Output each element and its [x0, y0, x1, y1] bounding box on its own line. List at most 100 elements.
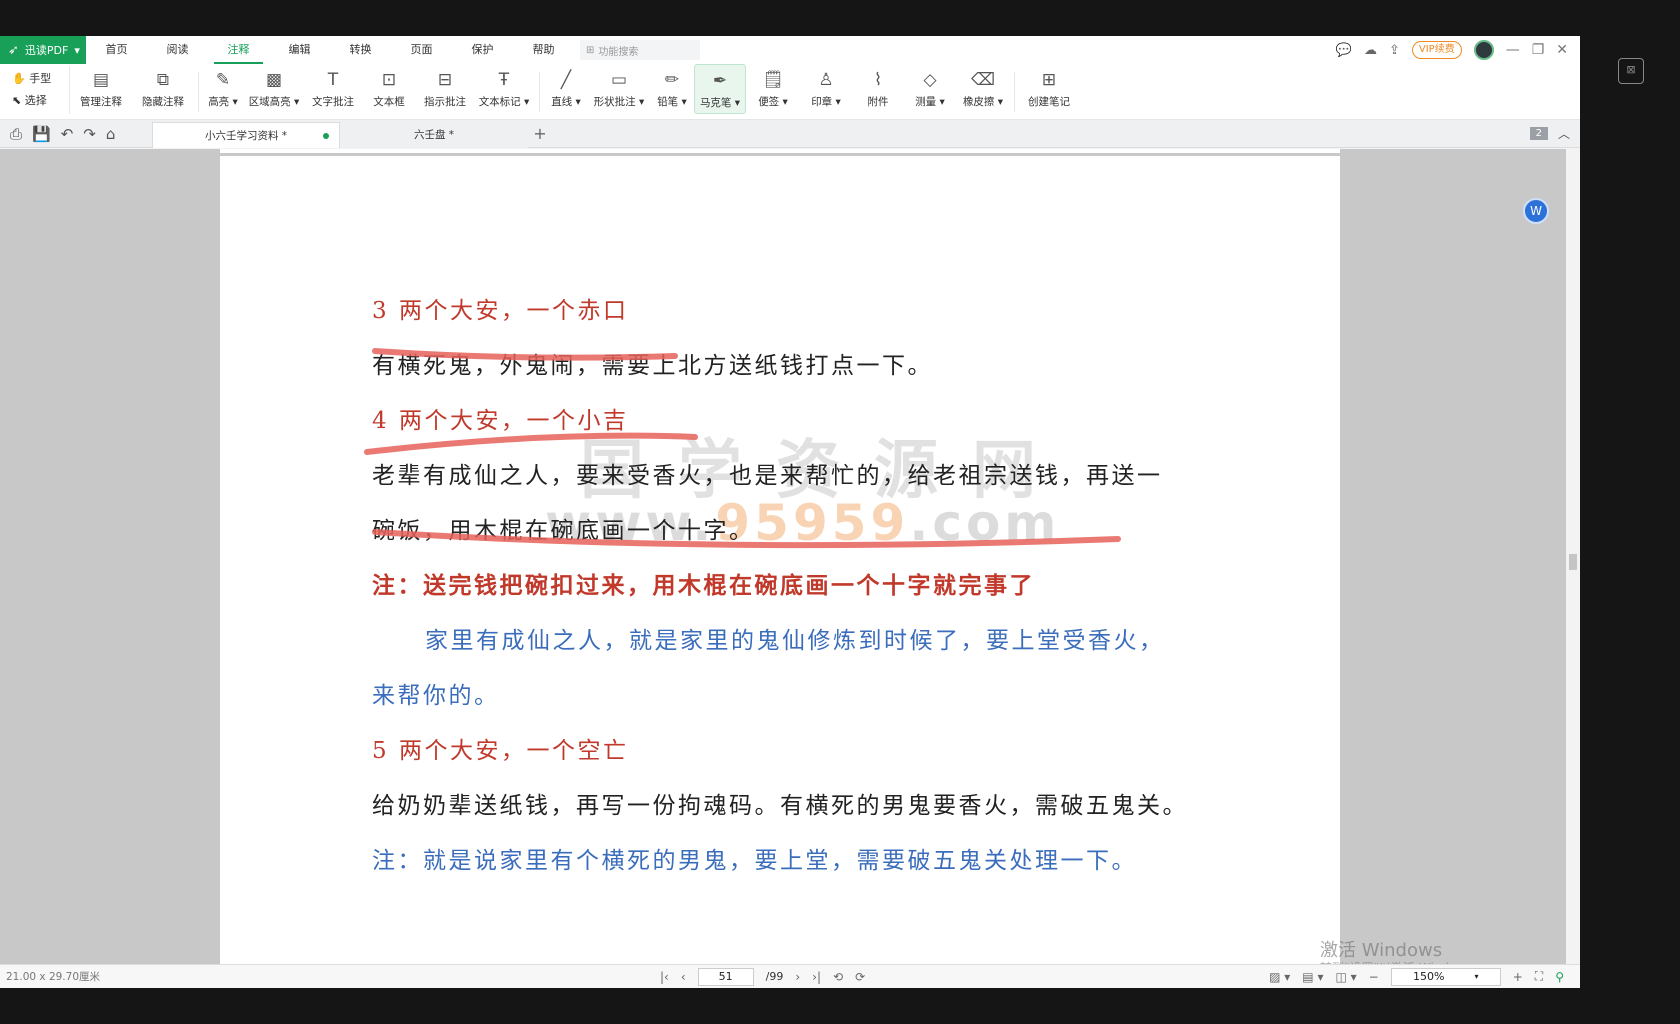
vip-renew-button[interactable]: VIP续费: [1411, 41, 1462, 59]
menu-read[interactable]: 阅读: [147, 36, 208, 64]
menu-convert[interactable]: 转换: [330, 36, 391, 64]
collapse-icon[interactable]: ︿: [1558, 125, 1570, 142]
sticky-note-button[interactable]: 🗒 便签 ▾: [746, 64, 800, 114]
fill-mode-icon[interactable]: ▨ ▾: [1269, 970, 1290, 984]
last-page-icon[interactable]: ›|: [812, 970, 821, 984]
top-right-controls: 💬 ☁ ⇪ VIP续费 — ❐ ✕: [1336, 40, 1580, 60]
view-mode-icon[interactable]: ▤ ▾: [1302, 970, 1323, 984]
redo-icon[interactable]: ↷: [83, 125, 96, 143]
menu-edit[interactable]: 编辑: [269, 36, 330, 64]
text-comment-button[interactable]: T 文字批注: [305, 64, 361, 114]
save-icon[interactable]: 💾: [32, 125, 51, 143]
tool-label: 形状批注 ▾: [593, 96, 645, 108]
screen-frame: ⊠ ➶ 迅读PDF ▾ 首页 阅读 注释 编辑 转换 页面 保护 帮助 ⊞ 功能…: [0, 0, 1680, 1024]
menu-home[interactable]: 首页: [86, 36, 147, 64]
minimize-icon[interactable]: —: [1506, 42, 1520, 58]
select-tool[interactable]: ⬉ 选择: [12, 92, 69, 108]
tab-liuren-pan[interactable]: 六壬盘 *: [340, 121, 528, 148]
toolbar-divider: [539, 72, 540, 112]
brand-dropdown-icon: ▾: [74, 43, 80, 57]
brand-button[interactable]: ➶ 迅读PDF ▾: [0, 36, 86, 64]
manage-annotations-icon: ▤: [92, 70, 110, 90]
document-viewer[interactable]: 国学资源网 www.95959.com 3 两个大安，一个赤口 有横死鬼，外鬼闹…: [0, 149, 1566, 964]
restore-icon[interactable]: ❐: [1532, 42, 1545, 58]
first-page-icon[interactable]: |‹: [660, 970, 669, 984]
page-number-input[interactable]: 51: [697, 967, 754, 986]
rotate-left-icon[interactable]: ⟲: [833, 970, 843, 984]
scrollbar-thumb[interactable]: [1569, 554, 1577, 570]
menu-annotate[interactable]: 注释: [208, 36, 269, 64]
hide-annotations-button[interactable]: ⧉ 隐藏注释: [132, 64, 194, 114]
vertical-scrollbar[interactable]: [1566, 149, 1580, 964]
stamp-button[interactable]: ♙ 印章 ▾: [800, 64, 852, 114]
cursor-icon: ⬉: [12, 94, 22, 107]
create-note-icon: ⊞: [1041, 70, 1057, 90]
paragraph: 碗饭，用木棍在碗底画一个十字。: [372, 518, 755, 544]
create-note-button[interactable]: ⊞ 创建笔记: [1019, 64, 1079, 114]
marker-button[interactable]: ✒ 马克笔 ▾: [694, 64, 746, 114]
tab-study-notes[interactable]: 小六壬学习资料 *: [152, 121, 340, 148]
cloud-icon[interactable]: ☁: [1364, 43, 1377, 58]
total-pages: /99: [765, 970, 784, 983]
menu-page[interactable]: 页面: [391, 36, 452, 64]
tool-label: 文本标记 ▾: [478, 96, 530, 108]
share-icon[interactable]: ⇪: [1389, 43, 1400, 58]
screen-capture-icon[interactable]: ⊠: [1618, 58, 1644, 84]
previous-page-edge: [220, 149, 1340, 156]
close-icon[interactable]: ✕: [1556, 42, 1568, 58]
pdf-app-window: ➶ 迅读PDF ▾ 首页 阅读 注释 编辑 转换 页面 保护 帮助 ⊞ 功能搜索…: [0, 36, 1580, 988]
heading-4: 4 两个大安，一个小吉: [372, 408, 629, 434]
page-badge: 2: [1529, 127, 1548, 140]
chevron-down-icon: ▾: [1474, 972, 1479, 981]
brand-label: 迅读PDF: [24, 44, 69, 57]
note-blue: 注：就是说家里有个横死的男鬼，要上堂，需要破五鬼关处理一下。: [372, 848, 1137, 874]
add-tab-button[interactable]: +: [528, 124, 552, 143]
annotation-toolbar: ✋ 手型 ⬉ 选择 ▤ 管理注释 ⧉ 隐藏注释 ✎ 高亮 ▾ ▩ 区域高亮 ▾ T 文字批…: [0, 64, 1580, 120]
zoom-in-icon[interactable]: +: [1513, 970, 1523, 984]
undo-icon[interactable]: ↶: [61, 125, 74, 143]
avatar[interactable]: [1473, 40, 1494, 60]
prev-page-icon[interactable]: ‹: [681, 970, 686, 984]
textbox-button[interactable]: ⊡ 文本框: [361, 64, 417, 114]
home-icon[interactable]: ⌂: [106, 125, 116, 143]
stamp-icon: ♙: [818, 70, 834, 90]
rotate-right-icon[interactable]: ⟳: [855, 970, 865, 984]
eraser-button[interactable]: ⌫ 橡皮擦 ▾: [956, 64, 1010, 114]
measure-button[interactable]: ◇ 测量 ▾: [904, 64, 956, 114]
document-tab-row: ⎙ 💾 ↶ ↷ ⌂ 小六壬学习资料 * 六壬盘 * + 2 ︿: [0, 120, 1580, 148]
tool-label: 指示批注: [424, 96, 466, 108]
translate-float-button[interactable]: W: [1523, 198, 1549, 224]
grid-icon: ⊞: [586, 44, 595, 56]
line-button[interactable]: ╱ 直线 ▾: [544, 64, 588, 114]
fullscreen-icon[interactable]: ⛶: [1535, 969, 1543, 984]
zoom-select[interactable]: 150% ▾: [1390, 967, 1501, 986]
hand-icon: ✋: [12, 72, 26, 85]
unsaved-dot-icon: [323, 132, 329, 139]
pencil-icon: ✏: [664, 70, 680, 90]
menu-protect[interactable]: 保护: [452, 36, 513, 64]
attachment-button[interactable]: ⌇ 附件: [852, 64, 904, 114]
select-label: 选择: [24, 94, 47, 107]
tool-label: 附件: [867, 96, 889, 108]
text-markup-button[interactable]: Ŧ 文本标记 ▾: [473, 64, 535, 114]
pdf-page: 国学资源网 www.95959.com 3 两个大安，一个赤口 有横死鬼，外鬼闹…: [220, 149, 1340, 964]
hand-tool[interactable]: ✋ 手型: [12, 70, 69, 86]
highlight-button[interactable]: ✎ 高亮 ▾: [203, 64, 243, 114]
print-icon[interactable]: ⎙: [10, 125, 22, 143]
sticky-note-icon: 🗒: [762, 70, 784, 90]
function-search-input[interactable]: ⊞ 功能搜索: [580, 40, 700, 60]
manage-annotations-button[interactable]: ▤ 管理注释: [70, 64, 132, 114]
next-page-icon[interactable]: ›: [795, 970, 800, 984]
menu-help[interactable]: 帮助: [513, 36, 574, 64]
pencil-button[interactable]: ✏ 铅笔 ▾: [650, 64, 694, 114]
shape-button[interactable]: ▭ 形状批注 ▾: [588, 64, 650, 114]
pin-icon[interactable]: ⚲: [1555, 970, 1564, 984]
page-layout-icon[interactable]: ◫ ▾: [1335, 970, 1356, 984]
zoom-out-icon[interactable]: −: [1369, 970, 1379, 984]
area-highlight-button[interactable]: ▩ 区域高亮 ▾: [243, 64, 305, 114]
marker-icon: ✒: [712, 71, 728, 91]
callout-button[interactable]: ⊟ 指示批注: [417, 64, 473, 114]
tool-label: 测量 ▾: [915, 96, 945, 108]
message-icon[interactable]: 💬: [1336, 43, 1352, 58]
note-blue: 家里有成仙之人，就是家里的鬼仙修炼到时候了，要上堂受香火，: [425, 628, 1165, 654]
